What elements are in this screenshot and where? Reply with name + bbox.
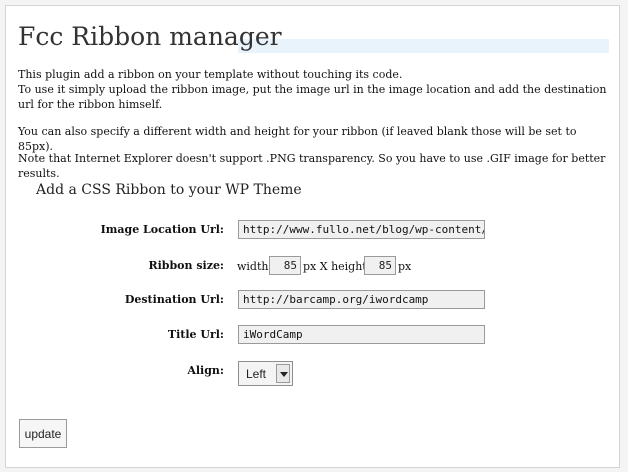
intro-line-1: This plugin add a ribbon on your templat… <box>18 68 403 81</box>
px-unit-label: px <box>398 260 412 273</box>
ribbon-size-label: Ribbon size: <box>148 259 224 272</box>
destination-url-label: Destination Url: <box>124 293 224 306</box>
title-url-label: Title Url: <box>167 328 224 341</box>
image-location-label: Image Location Url: <box>100 223 224 236</box>
intro-ie-note: Note that Internet Explorer doesn't supp… <box>18 152 606 180</box>
align-selected-value: Left <box>246 367 267 381</box>
plugin-panel: Fcc Ribbon manager This plugin add a rib… <box>5 5 620 468</box>
intro-line-2: To use it simply upload the ribbon image… <box>18 83 607 111</box>
title-url-input[interactable]: iWordCamp <box>238 325 485 344</box>
form-heading: Add a CSS Ribbon to your WP Theme <box>36 182 302 198</box>
width-input[interactable]: 85 <box>269 256 301 275</box>
destination-url-input[interactable]: http://barcamp.org/iwordcamp <box>238 290 485 309</box>
chevron-down-icon[interactable] <box>276 364 290 383</box>
width-label: width: <box>237 260 273 273</box>
intro-size-note: You can also specify a different width a… <box>18 125 577 153</box>
align-label: Align: <box>187 364 224 377</box>
image-location-input[interactable]: http://www.fullo.net/blog/wp-content/upl <box>238 220 485 239</box>
height-input[interactable]: 85 <box>364 256 396 275</box>
page-title: Fcc Ribbon manager <box>18 22 282 51</box>
title-underline-band <box>238 39 609 53</box>
update-button[interactable]: update <box>19 419 67 448</box>
px-x-height-label: px X height: <box>303 260 371 273</box>
align-select[interactable]: Left <box>238 361 293 386</box>
